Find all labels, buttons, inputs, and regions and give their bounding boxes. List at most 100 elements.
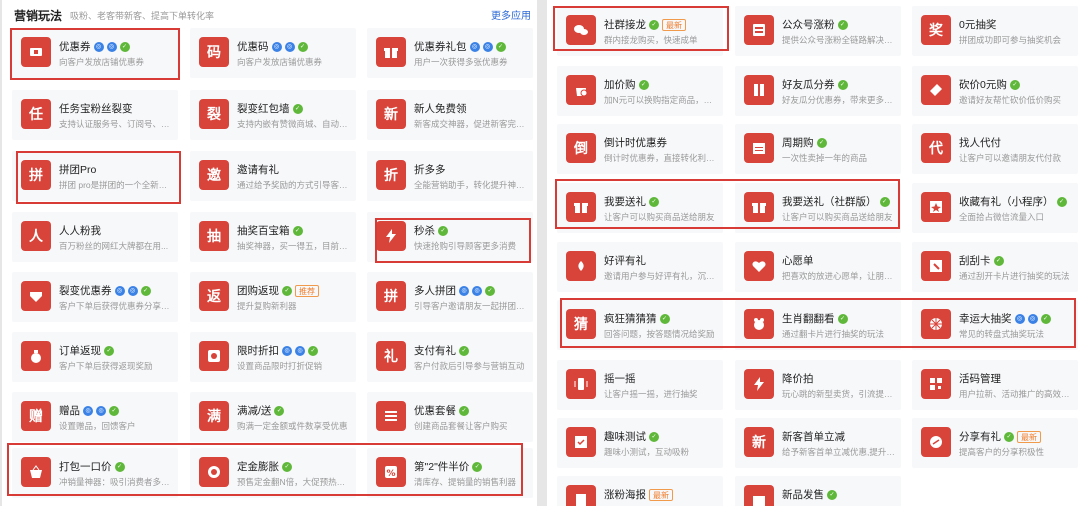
feature-card[interactable]: 涨粉海报 最新 <box>557 476 723 506</box>
feature-name: 分享有礼 <box>959 431 1001 443</box>
feature-card[interactable]: 码优惠码 ◎ ◎ ✓ 向客户发放店铺优惠券 <box>190 28 356 78</box>
feature-name-row: 优惠券礼包 ◎ ◎ ✓ <box>414 39 506 54</box>
feature-name: 刮刮卡 <box>959 255 991 267</box>
feature-card[interactable]: 限时折扣 ◎ ◎ ✓ 设置商品限时打折促销 <box>190 332 356 382</box>
feature-name-row: 订单返现 ✓ <box>59 343 114 358</box>
feature-name-row: 裂变优惠券 ◎ ◎ ✓ <box>59 283 151 298</box>
feature-card[interactable]: 奖 0元抽奖 拼团成功即可参与抽奖机会 <box>912 6 1078 56</box>
feature-card[interactable]: 优惠券礼包 ◎ ◎ ✓ 用户一次获得多张优惠券 <box>367 28 533 78</box>
feature-name-row: 摇一摇 <box>604 371 636 386</box>
icon-glyph: 拼 <box>384 288 398 304</box>
flower-icon <box>566 251 596 281</box>
multi-group-icon: 拼 <box>376 281 406 311</box>
feature-name-row: 公众号涨粉 ✓ <box>782 17 848 32</box>
feature-card[interactable]: 幸运大抽奖 ◎ ◎ ✓ 常见的转盘式抽奖玩法 <box>912 300 1078 350</box>
feature-card[interactable]: 优惠券 ◎ ◎ ✓ 向客户发放店铺优惠券 <box>12 28 178 78</box>
guess-icon: 猜 <box>566 309 596 339</box>
feature-card[interactable]: 活码管理 用户拉新、活动推广的高效引... <box>912 360 1078 410</box>
feature-card[interactable]: 刮刮卡 ✓ 通过刮开卡片进行抽奖的玩法 <box>912 242 1078 292</box>
platform-badge-icon: ◎ <box>114 285 125 296</box>
icon-glyph: 新 <box>752 434 766 450</box>
icon-glyph: 礼 <box>384 348 398 364</box>
zodiac-icon <box>744 309 774 339</box>
feature-card[interactable]: 分享有礼 ✓ 最新 提高客户的分享积极性 <box>912 418 1078 468</box>
platform-badge-icon: ◎ <box>459 285 469 296</box>
feature-card[interactable]: 邀 邀请有礼 通过给予奖励的方式引导客户... <box>190 151 356 201</box>
feature-card[interactable]: 返 团购返现 ✓ 推荐 提升复购新利器 <box>190 272 356 322</box>
feature-card[interactable]: 任 任务宝粉丝裂变 支持认证服务号、订阅号、微... <box>12 90 178 140</box>
feature-card[interactable]: 秒杀 ✓ 快速抢购引导顾客更多消费 <box>367 212 533 262</box>
feature-card[interactable]: 收藏有礼（小程序） ✓ 全面拾占微信流量入口 <box>912 183 1078 233</box>
feature-card[interactable]: % 第"2"件半价 ✓ 清库存、提销量的销售利器 <box>367 448 533 498</box>
feature-desc: 用户一次获得多张优惠券 <box>414 57 508 67</box>
feature-desc: 提供公众号涨粉全链路解决方案 <box>782 35 895 45</box>
feature-desc: 百万粉丝的网红大牌都在用... <box>59 241 169 251</box>
feature-card[interactable]: 代 找人代付 让客户可以邀请朋友代付款 <box>912 124 1078 174</box>
feature-name-row: 限时折扣 ◎ ◎ ✓ <box>237 343 318 358</box>
feature-card[interactable]: 社群接龙 ✓ 最新 群内接龙购买，快速成单 <box>557 6 723 56</box>
feature-card[interactable]: 新 新人免费领 新客成交神器，促进新客完成... <box>367 90 533 140</box>
feature-card[interactable]: 订单返现 ✓ 客户下单后获得返现奖励 <box>12 332 178 382</box>
countdown-icon: 倒 <box>566 133 596 163</box>
more-apps-link[interactable]: 更多应用 <box>491 7 531 22</box>
feature-card[interactable]: 趣味测试 ✓ 趣味小测试，互动吸粉 <box>557 418 723 468</box>
feature-card[interactable]: 降价拍 玩心跳的新型卖货，引流提销量 <box>735 360 901 410</box>
platform-badge-icon: ◎ <box>83 405 93 416</box>
feature-tag: 最新 <box>1017 430 1041 443</box>
feature-card[interactable]: 拼多人拼团 ◎ ◎ ✓ 引导客户邀请朋友一起拼团购买 <box>367 272 533 322</box>
icon-glyph: 返 <box>207 288 221 304</box>
feature-card[interactable]: 猜 疯狂猜猜猜 ✓ 回答问题，按答题情况给奖励 <box>557 300 723 350</box>
feature-card[interactable]: 裂变优惠券 ◎ ◎ ✓ 客户下单后获得优惠券分享给... <box>12 272 178 322</box>
feature-card[interactable]: 新品发售 ✓ <box>735 476 901 506</box>
feature-card[interactable]: 我要送礼（社群版） ✓ 让客户可以购买商品送给朋友 <box>735 183 901 233</box>
feature-card[interactable]: 加价购 ✓ 加N元可以换购指定商品，提... <box>557 66 723 116</box>
feature-card[interactable]: 好评有礼 邀请用户参与好评有礼，沉淀... <box>557 242 723 292</box>
feature-name: 我要送礼 <box>604 196 646 208</box>
check-badge-icon: ✓ <box>282 461 292 472</box>
present-group-icon <box>744 192 774 222</box>
feature-card[interactable]: 折 折多多 全能营销助手，转化提升神器... <box>367 151 533 201</box>
check-badge-icon: ✓ <box>114 461 125 472</box>
feature-card[interactable]: 倒 倒计时优惠券 倒计时优惠券，直接转化利器... <box>557 124 723 174</box>
feature-name: 加价购 <box>604 79 636 91</box>
feature-card[interactable]: 生肖翻翻看 ✓ 通过翻卡片进行抽奖的玩法 <box>735 300 901 350</box>
feature-name-row: 拼团Pro <box>59 162 96 177</box>
feature-name-row: 社群接龙 ✓ 最新 <box>604 17 686 32</box>
feature-desc: 用户拉新、活动推广的高效引... <box>959 389 1072 399</box>
marketing-panel-left: 营销玩法 吸粉、老客带新客、提高下单转化率 更多应用 优惠券 ◎ ◎ ✓ 向客户发放店铺… <box>2 0 537 506</box>
icon-glyph: 满 <box>207 408 221 424</box>
feature-card[interactable]: 心愿单 把喜欢的放进心愿单，让朋友... <box>735 242 901 292</box>
feature-card[interactable]: 我要送礼 ✓ 让客户可以购买商品送给朋友 <box>557 183 723 233</box>
icon-glyph: 抽 <box>207 228 221 244</box>
feature-card[interactable]: 周期购 ✓ 一次性卖掉一年的商品 <box>735 124 901 174</box>
feature-card[interactable]: 打包一口价 ✓ 冲销量神器：吸引消费者多买... <box>12 448 178 498</box>
feature-card[interactable]: 满 满减/送 ✓ 购满一定金额或件数享受优惠 <box>190 392 356 442</box>
check-badge-icon: ✓ <box>109 405 119 416</box>
feature-card[interactable]: 优惠套餐 ✓ 创建商品套餐让客户购买 <box>367 392 533 442</box>
feature-name-row: 幸运大抽奖 ◎ ◎ ✓ <box>959 311 1051 326</box>
feature-card[interactable]: 摇一摇 让客户摇一摇，进行抽奖 <box>557 360 723 410</box>
feature-card[interactable]: 公众号涨粉 ✓ 提供公众号涨粉全链路解决方案 <box>735 6 901 56</box>
feature-card[interactable]: 拼 拼团Pro 拼团 pro是拼团的一个全新的... <box>12 151 178 201</box>
feature-name: 优惠套餐 <box>414 405 456 417</box>
feature-card[interactable]: 定金膨胀 ✓ 预售定金翻N倍，大促预热利器 <box>190 448 356 498</box>
feature-name-row: 团购返现 ✓ 推荐 <box>237 283 319 298</box>
feature-card[interactable]: 人 人人粉我 百万粉丝的网红大牌都在用... <box>12 212 178 262</box>
feature-desc: 向客户发放店铺优惠券 <box>237 57 323 67</box>
task-icon: 任 <box>21 99 51 129</box>
feature-name: 新客首单立减 <box>782 431 845 443</box>
prize-icon: 奖 <box>921 15 951 45</box>
feature-card[interactable]: 礼 支付有礼 ✓ 客户付款后引导参与营销互动 <box>367 332 533 382</box>
feature-card[interactable]: 赠赠品 ◎ ◎ ✓ 设置赠品，回馈客户 <box>12 392 178 442</box>
platform-badge-icon: ◎ <box>472 285 482 296</box>
feature-card[interactable]: 好友瓜分券 ✓ 好友瓜分优惠券，带来更多流量 <box>735 66 901 116</box>
feature-card[interactable]: 裂 裂变红包墙 ✓ 支持内嵌有赞微商城、自动下... <box>190 90 356 140</box>
calendar-icon <box>744 133 774 163</box>
feature-card[interactable]: 新 新客首单立减 给予新客首单立减优惠,提升新... <box>735 418 901 468</box>
check-badge-icon: ✓ <box>1040 313 1051 324</box>
feature-card[interactable]: 抽 抽奖百宝箱 ✓ 抽奖神器，买一得五，目前已... <box>190 212 356 262</box>
clock-icon <box>199 341 229 371</box>
feature-name: 裂变优惠券 <box>59 285 112 297</box>
feature-card[interactable]: 砍价0元购 ✓ 邀请好友帮忙砍价低价购买 <box>912 66 1078 116</box>
feature-desc: 加N元可以换购指定商品，提... <box>604 95 717 105</box>
